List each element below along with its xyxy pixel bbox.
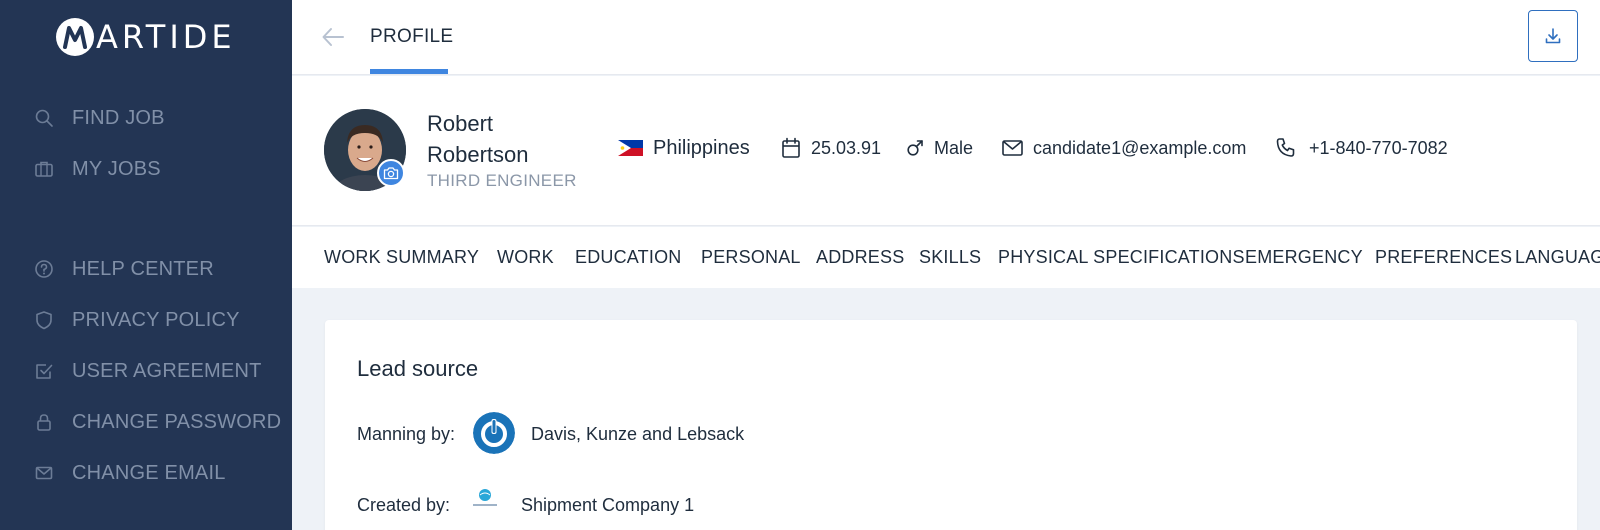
tab-emergency[interactable]: EMERGENCY (1245, 247, 1363, 268)
candidate-rank: THIRD ENGINEER (427, 171, 577, 190)
tab-personal[interactable]: PERSONAL (701, 247, 801, 268)
email-info: candidate1@example.com (1002, 134, 1246, 162)
shield-icon (36, 311, 52, 330)
last-name: Robertson (427, 142, 529, 167)
country-info: Philippines (618, 134, 750, 162)
manning-company-name[interactable]: Davis, Kunze and Lebsack (531, 424, 744, 445)
sidebar-item-user-agreement[interactable]: USER AGREEMENT (34, 356, 262, 386)
creator-company-name[interactable]: Shipment Company 1 (521, 495, 694, 516)
camera-icon (383, 167, 399, 180)
sidebar-item-label: CHANGE EMAIL (72, 461, 226, 484)
sidebar-item-label: CHANGE PASSWORD (72, 410, 282, 433)
card-title: Lead source (357, 356, 479, 381)
page-title[interactable]: PROFILE (370, 26, 453, 48)
checkbox-icon (36, 364, 53, 379)
tab-work-summary[interactable]: WORK SUMMARY (324, 247, 479, 268)
sidebar-item-my-jobs[interactable]: MY JOBS (34, 154, 161, 184)
gender-text: Male (934, 137, 974, 158)
first-name: Robert (427, 111, 494, 136)
profile-tabs: WORK SUMMARY WORK EDUCATION PERSONAL ADD… (292, 227, 1600, 288)
download-icon (1545, 28, 1561, 44)
country-text: Philippines (653, 136, 750, 159)
mail-icon (35, 466, 53, 480)
download-button[interactable] (1528, 10, 1578, 62)
sidebar-item-privacy-policy[interactable]: PRIVACY POLICY (34, 305, 240, 335)
phone-info: +1-840-770-7082 (1275, 134, 1448, 162)
search-icon (35, 109, 53, 127)
male-icon (907, 140, 923, 156)
sidebar-item-label: HELP CENTER (72, 257, 214, 280)
tab-preferences[interactable]: PREFERENCES (1375, 247, 1512, 268)
lock-icon (37, 414, 51, 431)
birth-date-info: 25.03.91 (781, 134, 881, 162)
profile-header: Robert Robertson THIRD ENGINEER Philippi… (292, 76, 1600, 226)
logo-text: ARTIDE (96, 18, 236, 56)
sidebar: ARTIDE FIND JOB MY JOBS HELP CENTER PRIV… (0, 0, 292, 530)
mail-icon (1002, 140, 1023, 156)
help-circle-icon (35, 260, 53, 278)
sidebar-item-find-job[interactable]: FIND JOB (34, 103, 165, 133)
change-photo-button[interactable] (377, 159, 405, 187)
top-header: PROFILE (292, 0, 1600, 75)
tab-address[interactable]: ADDRESS (816, 247, 904, 268)
sidebar-item-label: PRIVACY POLICY (72, 308, 240, 331)
logo-mark-icon (56, 18, 94, 56)
created-by-label: Created by: (357, 495, 451, 515)
brand-logo[interactable]: ARTIDE (56, 18, 236, 56)
manning-company-logo-icon (473, 412, 515, 454)
briefcase-icon (35, 161, 53, 177)
sidebar-item-help-center[interactable]: HELP CENTER (34, 254, 214, 284)
tab-physical-specifications[interactable]: PHYSICAL SPECIFICATIONS (998, 247, 1245, 268)
gender-info: Male (906, 134, 973, 162)
shipment-company-logo-icon (473, 489, 497, 506)
candidate-name: Robert Robertson (427, 108, 587, 170)
sidebar-item-change-password[interactable]: CHANGE PASSWORD (34, 407, 281, 437)
tab-languages[interactable]: LANGUAG (1515, 247, 1600, 268)
philippines-flag-icon (618, 140, 643, 156)
active-tab-indicator (370, 69, 448, 74)
sidebar-item-label: USER AGREEMENT (72, 359, 262, 382)
tab-education[interactable]: EDUCATION (575, 247, 681, 268)
birth-date-text: 25.03.91 (811, 137, 882, 158)
manning-label: Manning by: (357, 424, 456, 444)
phone-text[interactable]: +1-840-770-7082 (1309, 138, 1448, 159)
sidebar-item-label: FIND JOB (72, 106, 165, 129)
tab-skills[interactable]: SKILLS (919, 247, 981, 268)
email-text[interactable]: candidate1@example.com (1033, 138, 1246, 159)
tab-work[interactable]: WORK (497, 247, 554, 268)
calendar-icon (782, 137, 800, 158)
sidebar-item-change-email[interactable]: CHANGE EMAIL (34, 458, 226, 488)
phone-icon (1276, 138, 1295, 157)
lead-source-card: Lead source Manning by: Davis, Kunze and… (325, 320, 1577, 530)
arrow-left-icon[interactable] (320, 24, 346, 50)
sidebar-item-label: MY JOBS (72, 157, 161, 180)
